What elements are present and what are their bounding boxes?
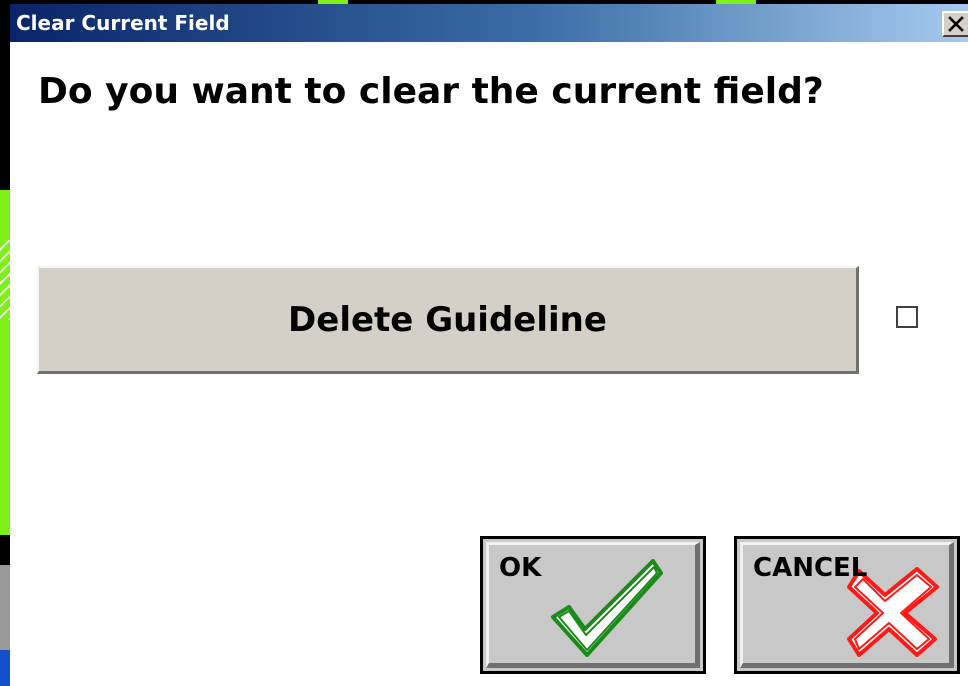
dialog-question: Do you want to clear the current field? bbox=[38, 71, 824, 112]
close-button[interactable] bbox=[942, 11, 968, 37]
cancel-label: CANCEL bbox=[753, 553, 868, 583]
ok-button[interactable]: OK bbox=[480, 536, 706, 674]
ok-label: OK bbox=[499, 553, 542, 583]
title-bar[interactable]: Clear Current Field bbox=[10, 4, 968, 42]
screen: Clear Current Field Do you want to clear… bbox=[0, 0, 968, 686]
close-icon bbox=[948, 16, 964, 32]
delete-guideline-checkbox[interactable] bbox=[896, 306, 918, 328]
checkmark-icon bbox=[551, 559, 663, 657]
clear-field-dialog: Clear Current Field Do you want to clear… bbox=[10, 4, 968, 686]
delete-guideline-button[interactable]: Delete Guideline bbox=[37, 266, 859, 374]
window-title: Clear Current Field bbox=[16, 11, 230, 35]
delete-guideline-label: Delete Guideline bbox=[288, 299, 607, 340]
cancel-button[interactable]: CANCEL bbox=[734, 536, 960, 674]
